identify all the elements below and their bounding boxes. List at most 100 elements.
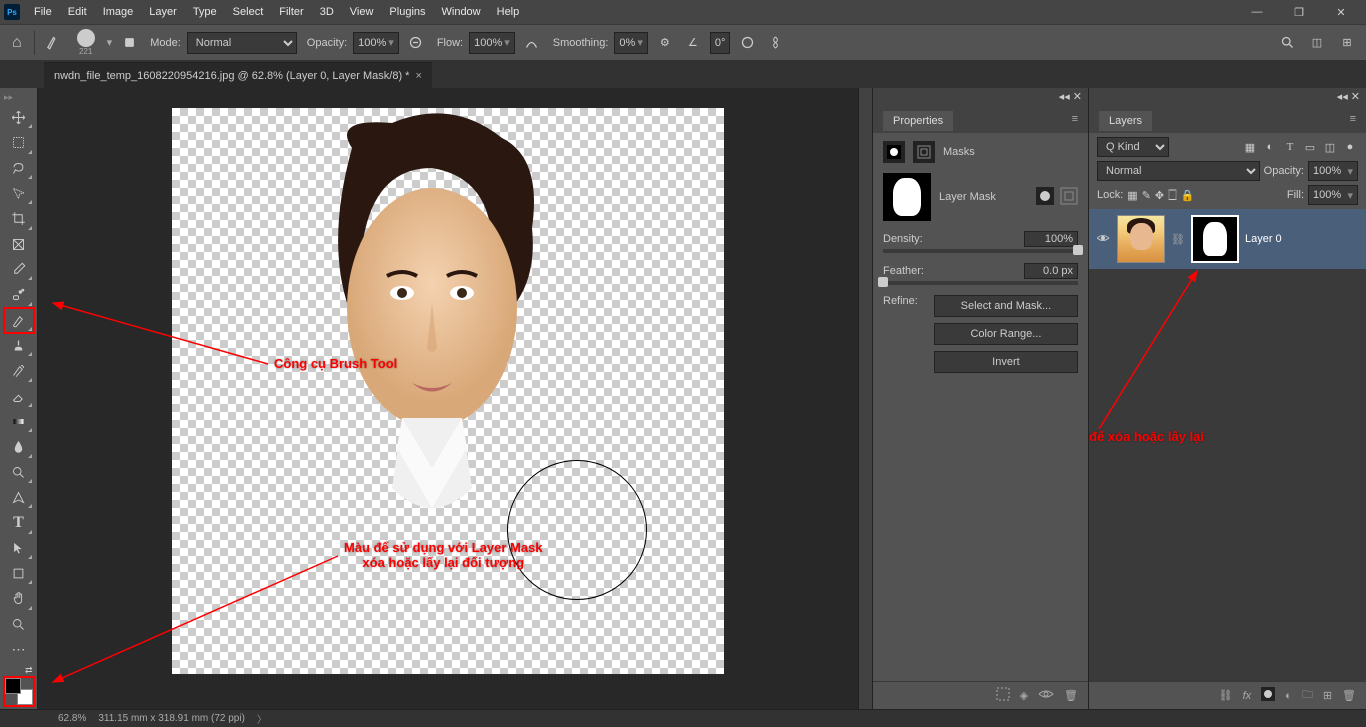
filter-adjust-icon[interactable]: ◐ xyxy=(1262,139,1278,155)
panel-menu-icon[interactable]: ≡ xyxy=(1350,113,1356,125)
menu-help[interactable]: Help xyxy=(489,0,528,24)
pressure-opacity-icon[interactable] xyxy=(405,32,427,54)
properties-tab[interactable]: Properties xyxy=(883,111,953,131)
layers-tab[interactable]: Layers xyxy=(1099,111,1152,131)
filter-pixel-icon[interactable]: ▦ xyxy=(1242,139,1258,155)
share-icon[interactable]: ◫ xyxy=(1306,32,1328,54)
lock-pixels-icon[interactable]: ✎ xyxy=(1142,189,1151,202)
zoom-level[interactable]: 62.8% xyxy=(58,713,86,724)
lock-artboard-icon[interactable]: 🀆 xyxy=(1168,189,1177,202)
new-layer-icon[interactable]: ⊞ xyxy=(1323,689,1332,702)
feather-slider[interactable] xyxy=(883,281,1078,285)
toggle-mask-icon[interactable] xyxy=(1038,688,1054,703)
menu-layer[interactable]: Layer xyxy=(141,0,185,24)
filter-smart-icon[interactable]: ◫ xyxy=(1322,139,1338,155)
blend-mode-select[interactable]: Normal xyxy=(1097,161,1260,181)
tool-preset-icon[interactable] xyxy=(43,32,65,54)
layer-mask-thumb[interactable] xyxy=(1191,215,1239,263)
flow-value[interactable]: 100% ▾ xyxy=(469,32,515,54)
eraser-tool[interactable] xyxy=(5,385,33,408)
type-tool[interactable]: T xyxy=(5,511,33,534)
airbrush-icon[interactable] xyxy=(521,32,543,54)
feather-input[interactable] xyxy=(1024,263,1078,279)
select-and-mask-button[interactable]: Select and Mask... xyxy=(934,295,1078,317)
menu-image[interactable]: Image xyxy=(95,0,142,24)
status-caret-icon[interactable]: 〉 xyxy=(257,711,267,726)
document-canvas[interactable] xyxy=(172,108,724,674)
layer-opacity-value[interactable]: 100%▾ xyxy=(1308,161,1358,181)
move-tool[interactable] xyxy=(5,106,33,129)
delete-layer-icon[interactable]: 🗑 xyxy=(1342,689,1356,702)
lock-position-icon[interactable]: ✥ xyxy=(1155,189,1164,202)
tab-close-icon[interactable]: × xyxy=(415,70,421,82)
add-mask-icon[interactable] xyxy=(1261,687,1275,704)
workspace-icon[interactable]: ⊞ xyxy=(1336,32,1358,54)
crop-tool[interactable] xyxy=(5,207,33,230)
menu-plugins[interactable]: Plugins xyxy=(381,0,433,24)
brush-preview[interactable]: 221 xyxy=(71,28,101,58)
fill-value[interactable]: 100%▾ xyxy=(1308,185,1358,205)
lasso-tool[interactable] xyxy=(5,157,33,180)
home-icon[interactable]: ⌂ xyxy=(8,34,26,52)
smoothing-value[interactable]: 0% ▾ xyxy=(614,32,647,54)
zoom-tool[interactable] xyxy=(5,613,33,636)
density-input[interactable] xyxy=(1024,231,1078,247)
pen-tool[interactable] xyxy=(5,486,33,509)
menu-select[interactable]: Select xyxy=(225,0,272,24)
smoothing-options-icon[interactable]: ⚙ xyxy=(654,32,676,54)
collapse-icon[interactable]: ◂◂ ✕ xyxy=(1337,90,1360,103)
pressure-size-icon[interactable] xyxy=(736,32,758,54)
color-range-button[interactable]: Color Range... xyxy=(934,323,1078,345)
layer-style-icon[interactable]: fx xyxy=(1243,690,1252,702)
history-brush-tool[interactable] xyxy=(5,359,33,382)
menu-view[interactable]: View xyxy=(342,0,382,24)
lock-all-icon[interactable]: 🔒 xyxy=(1181,189,1195,202)
marquee-tool[interactable] xyxy=(5,131,33,154)
search-icon[interactable] xyxy=(1276,32,1298,54)
lock-transparency-icon[interactable]: ▦ xyxy=(1127,189,1137,202)
collapse-icon[interactable]: ◂◂ ✕ xyxy=(1059,90,1082,103)
shape-tool[interactable] xyxy=(5,562,33,585)
link-layers-icon[interactable]: ⛓ xyxy=(1219,689,1233,702)
new-group-icon[interactable]: 🗀 xyxy=(1302,686,1313,705)
clone-stamp-tool[interactable] xyxy=(5,334,33,357)
foreground-background-colors[interactable] xyxy=(5,678,33,705)
filter-kind-select[interactable]: Q Kind xyxy=(1097,137,1169,157)
close-button[interactable]: ✕ xyxy=(1320,0,1362,24)
document-dimensions[interactable]: 311.15 mm x 318.91 mm (72 ppi) xyxy=(98,713,245,724)
menu-window[interactable]: Window xyxy=(434,0,489,24)
filter-shape-icon[interactable]: ▭ xyxy=(1302,139,1318,155)
layer-row[interactable]: ⛓ Layer 0 xyxy=(1089,209,1366,269)
delete-mask-icon[interactable]: 🗑 xyxy=(1064,689,1078,702)
add-pixel-mask-icon[interactable] xyxy=(1036,187,1054,208)
panel-menu-icon[interactable]: ≡ xyxy=(1072,113,1078,125)
pixel-mask-icon[interactable] xyxy=(883,141,905,163)
layer-name[interactable]: Layer 0 xyxy=(1245,233,1282,245)
mode-select[interactable]: Normal xyxy=(187,32,297,54)
document-tab[interactable]: nwdn_file_temp_1608220954216.jpg @ 62.8%… xyxy=(44,62,432,88)
menu-file[interactable]: File xyxy=(26,0,60,24)
link-icon[interactable]: ⛓ xyxy=(1171,233,1185,246)
restore-button[interactable]: ❐ xyxy=(1278,0,1320,24)
vector-mask-icon[interactable] xyxy=(913,141,935,163)
minimize-button[interactable]: — xyxy=(1236,0,1278,24)
layer-thumb[interactable] xyxy=(1117,215,1165,263)
density-slider[interactable] xyxy=(883,249,1078,253)
brush-settings-icon[interactable] xyxy=(118,32,140,54)
menu-filter[interactable]: Filter xyxy=(271,0,311,24)
opacity-value[interactable]: 100% ▾ xyxy=(353,32,399,54)
menu-3d[interactable]: 3D xyxy=(312,0,342,24)
filter-type-icon[interactable]: T xyxy=(1282,139,1298,155)
gradient-tool[interactable] xyxy=(5,410,33,433)
visibility-toggle[interactable] xyxy=(1095,233,1111,246)
blur-tool[interactable] xyxy=(5,435,33,458)
path-select-tool[interactable] xyxy=(5,537,33,560)
panel-gutter[interactable] xyxy=(858,88,872,709)
brush-tool[interactable] xyxy=(5,309,33,332)
canvas-area[interactable]: Công cụ Brush Tool Màu để sử dụng với La… xyxy=(38,88,858,709)
menu-type[interactable]: Type xyxy=(185,0,225,24)
menu-edit[interactable]: Edit xyxy=(60,0,95,24)
apply-mask-icon[interactable]: ◈ xyxy=(1020,689,1028,702)
layer-mask-thumb[interactable] xyxy=(883,173,931,221)
invert-button[interactable]: Invert xyxy=(934,351,1078,373)
